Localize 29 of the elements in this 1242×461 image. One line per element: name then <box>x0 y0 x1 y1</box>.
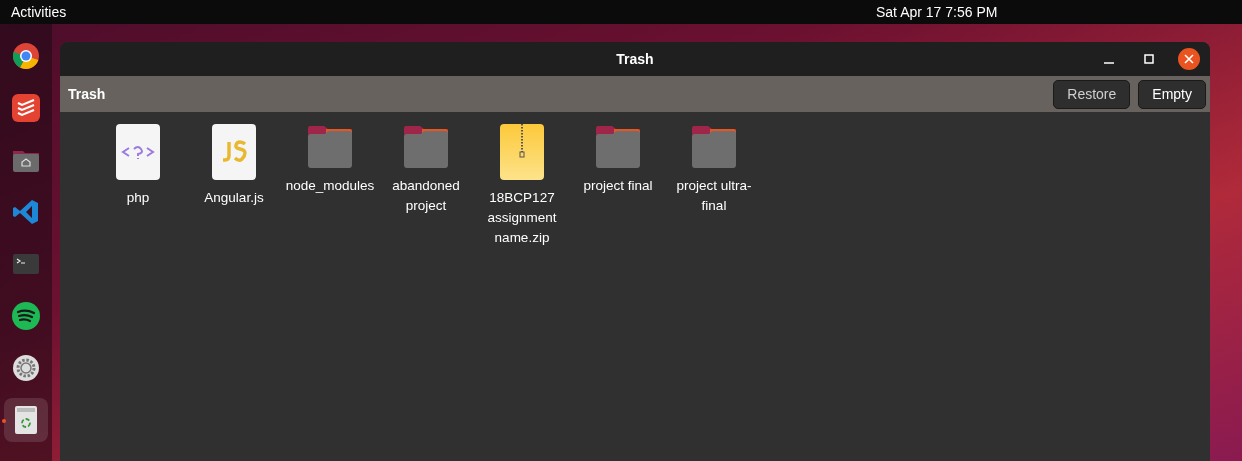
file-name: php <box>126 189 150 207</box>
browser-icon[interactable] <box>12 42 40 70</box>
code-editor-icon[interactable] <box>12 198 40 226</box>
activities-button[interactable]: Activities <box>11 4 67 20</box>
file-name: node_modules <box>285 177 375 195</box>
location-label: Trash <box>68 86 107 102</box>
terminal-icon[interactable] <box>13 254 39 274</box>
file-name: Angular.js <box>204 189 264 207</box>
folder-icon[interactable] <box>690 124 738 168</box>
trash-icon[interactable] <box>15 406 37 434</box>
maximize-button[interactable] <box>1144 54 1154 64</box>
folder-icon[interactable] <box>402 124 450 168</box>
music-icon[interactable] <box>12 302 40 330</box>
folder-icon[interactable] <box>594 124 642 168</box>
checklist-icon[interactable] <box>12 94 40 122</box>
folder-icon[interactable] <box>306 124 354 168</box>
file-name: project ultra-final <box>675 177 753 215</box>
file-name: abandoned project <box>391 177 461 215</box>
running-indicator <box>2 419 6 423</box>
file-name: project final <box>583 177 653 195</box>
window-title: Trash <box>616 51 654 67</box>
close-button[interactable] <box>1178 48 1200 70</box>
php-file-icon[interactable] <box>116 124 160 180</box>
close-icon <box>1184 54 1194 64</box>
empty-button[interactable]: Empty <box>1138 79 1206 109</box>
settings-icon[interactable] <box>12 354 40 382</box>
restore-button[interactable]: Restore <box>1053 79 1131 109</box>
clock[interactable]: Sat Apr 17 7:56 PM <box>876 4 998 20</box>
file-name: 18BCP127 assignment name.zip <box>486 189 558 247</box>
